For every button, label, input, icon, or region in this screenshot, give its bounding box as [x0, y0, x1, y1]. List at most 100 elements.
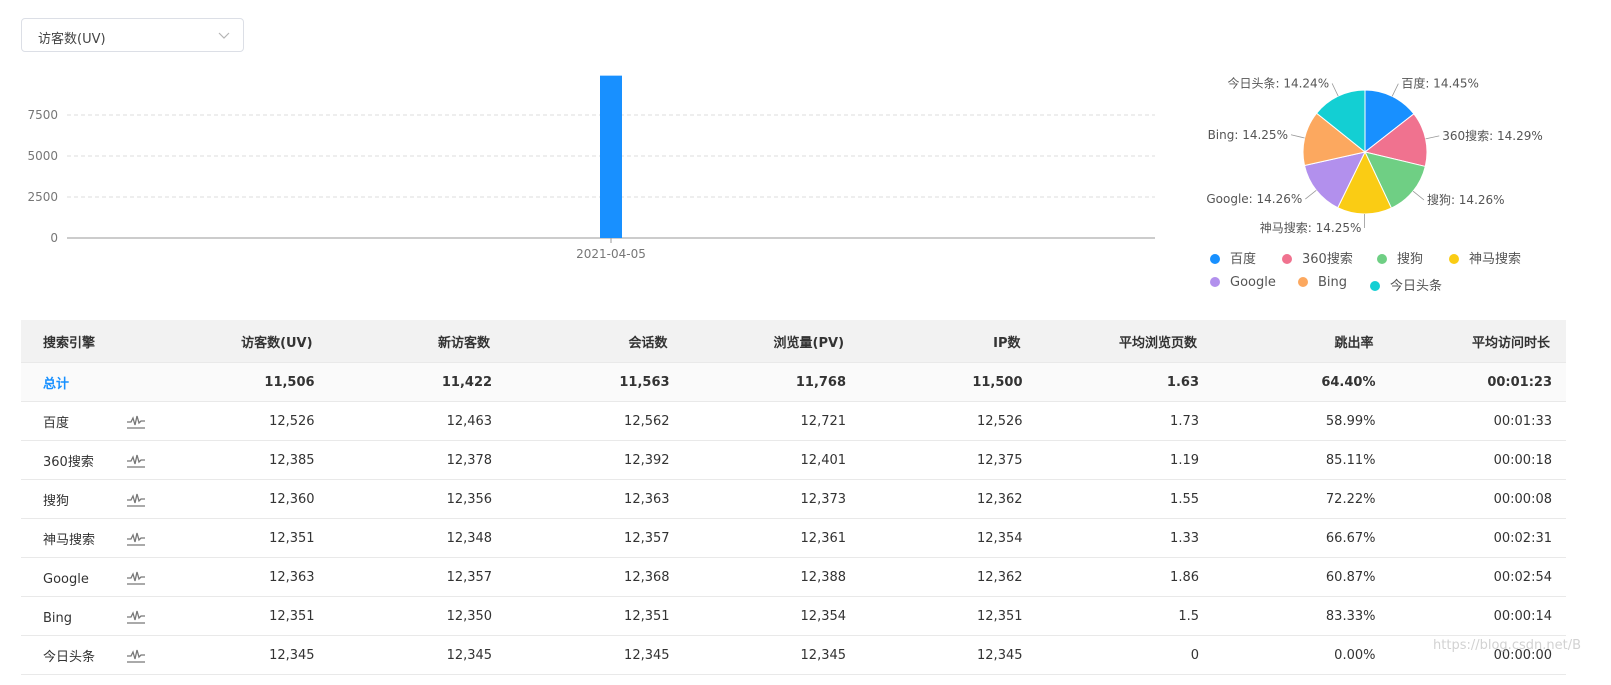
- table-cell: 12,351: [506, 596, 684, 636]
- engine-name: Google: [43, 572, 89, 587]
- legend-item[interactable]: 360搜索: [1282, 248, 1353, 267]
- table-cell: 12,345: [860, 635, 1037, 675]
- table-cell: 12,351: [152, 518, 329, 558]
- pie-label: 360搜索: 14.29%: [1442, 128, 1543, 143]
- engine-name-cell: 神马搜索: [21, 518, 153, 558]
- x-tick-label: 2021-04-05: [576, 247, 646, 261]
- column-header: 浏览量(PV): [683, 320, 861, 363]
- legend-label: 今日头条: [1390, 279, 1443, 294]
- table-cell: 64.40%: [1213, 362, 1390, 402]
- engine-name: 百度: [43, 416, 70, 431]
- table-cell: 00:02:54: [1389, 557, 1566, 597]
- trend-chart-icon[interactable]: [126, 569, 146, 585]
- trend-chart-icon[interactable]: [126, 452, 146, 468]
- table-cell: 11,422: [328, 362, 507, 402]
- legend-item[interactable]: 今日头条: [1370, 275, 1442, 294]
- legend-item[interactable]: 百度: [1210, 248, 1256, 267]
- table-row: 百度 12,526 12,463 12,562 12,721 12,526 1.73 58.9…: [21, 401, 1566, 441]
- table-cell: 11,506: [152, 362, 329, 402]
- legend-item[interactable]: 神马搜索: [1449, 248, 1521, 267]
- column-header: 平均访问时长: [1389, 320, 1566, 363]
- engine-name-cell: 搜狗: [21, 479, 153, 519]
- watermark: https://blog.csdn.net/B: [1433, 638, 1581, 653]
- pie-label: 神马搜索: 14.25%: [1260, 220, 1362, 235]
- metric-select-value: 访客数(UV): [38, 32, 106, 47]
- engine-name: 搜狗: [43, 494, 70, 509]
- pie-label: 今日头条: 14.24%: [1227, 75, 1329, 90]
- table-row: Bing 12,351 12,350 12,351 12,354 12,351 1.5 83.…: [21, 596, 1566, 636]
- table-cell: 12,350: [328, 596, 507, 636]
- engine-name-cell: Bing: [21, 596, 153, 636]
- table-cell: 12,354: [860, 518, 1037, 558]
- table-row: 360搜索 12,385 12,378 12,392 12,401 12,375 1.19 8…: [21, 440, 1566, 480]
- column-header: 跳出率: [1213, 320, 1390, 363]
- engine-name: 神马搜索: [43, 533, 96, 548]
- engine-name[interactable]: 总计: [43, 373, 126, 392]
- table-row: 今日头条 12,345 12,345 12,345 12,345 12,345 0 0.00%…: [21, 635, 1566, 675]
- engine-name: 360搜索: [43, 455, 94, 470]
- table-cell: 12,526: [860, 401, 1037, 441]
- trend-chart-icon[interactable]: [126, 608, 146, 624]
- table-cell: 00:02:31: [1389, 518, 1566, 558]
- column-header: 搜索引擎: [21, 320, 153, 363]
- column-header: 新访客数: [328, 320, 507, 363]
- table-cell: 12,348: [328, 518, 507, 558]
- table-cell: 12,562: [506, 401, 684, 441]
- table-cell: 12,362: [860, 479, 1037, 519]
- table-cell: 12,351: [152, 596, 329, 636]
- table-cell: 12,392: [506, 440, 684, 480]
- engine-name: Bing: [43, 611, 73, 626]
- table-cell: 12,721: [683, 401, 861, 441]
- table-cell: 11,563: [506, 362, 684, 402]
- table-cell: 0.00%: [1213, 635, 1390, 675]
- y-tick-label: 0: [50, 231, 58, 245]
- trend-chart-icon[interactable]: [126, 647, 146, 663]
- trend-chart-icon[interactable]: [126, 530, 146, 546]
- table-cell: 1.63: [1036, 362, 1213, 402]
- pie-label: 搜狗: 14.26%: [1427, 192, 1505, 207]
- column-header: 访客数(UV): [152, 320, 329, 363]
- y-tick-label: 5000: [27, 149, 58, 163]
- y-tick-label: 7500: [27, 108, 58, 122]
- table-header-row: 搜索引擎 访客数(UV) 新访客数 会话数 浏览量(PV) IP数 平均浏览页数 跳出率 平均访…: [21, 320, 1566, 363]
- table-cell: 72.22%: [1213, 479, 1390, 519]
- pie-label-line: [1331, 83, 1339, 97]
- table-cell: 0: [1036, 635, 1213, 675]
- table-cell: 12,357: [506, 518, 684, 558]
- legend-item[interactable]: 搜狗: [1377, 248, 1423, 267]
- pie-label: 百度: 14.45%: [1401, 76, 1479, 91]
- table-cell: 58.99%: [1213, 401, 1390, 441]
- engine-name: 今日头条: [43, 650, 96, 665]
- legend-dot: [1449, 254, 1459, 264]
- engine-name-cell: Google: [21, 557, 153, 597]
- trend-chart-icon[interactable]: [126, 413, 146, 429]
- table-cell: 83.33%: [1213, 596, 1390, 636]
- table-cell: 1.33: [1036, 518, 1213, 558]
- table-cell: 12,526: [152, 401, 329, 441]
- table-cell: 12,363: [506, 479, 684, 519]
- table-cell: 12,362: [860, 557, 1037, 597]
- legend-item[interactable]: Google: [1210, 275, 1276, 290]
- table-cell: 66.67%: [1213, 518, 1390, 558]
- legend-item[interactable]: Bing: [1298, 275, 1347, 290]
- legend-dot: [1377, 254, 1387, 264]
- trend-chart-icon[interactable]: [126, 491, 146, 507]
- table-cell: 00:01:33: [1389, 401, 1566, 441]
- chevron-down-icon: [218, 32, 230, 39]
- pie-label-line: [1305, 190, 1317, 200]
- table-cell: 85.11%: [1213, 440, 1390, 480]
- legend-label: 百度: [1230, 252, 1257, 267]
- legend-dot: [1370, 281, 1380, 291]
- y-tick-label: 2500: [27, 190, 58, 204]
- legend-label: Google: [1230, 275, 1276, 290]
- table-cell: 60.87%: [1213, 557, 1390, 597]
- table-cell: 12,345: [683, 635, 861, 675]
- table-row: Google 12,363 12,357 12,368 12,388 12,362 1.86…: [21, 557, 1566, 597]
- table-cell: 11,500: [860, 362, 1037, 402]
- metric-select[interactable]: 访客数(UV): [21, 18, 244, 52]
- table-cell: 1.55: [1036, 479, 1213, 519]
- pie-label-line: [1290, 134, 1305, 139]
- table-cell: 12,375: [860, 440, 1037, 480]
- table-cell: 00:00:14: [1389, 596, 1566, 636]
- table-cell: 12,361: [683, 518, 861, 558]
